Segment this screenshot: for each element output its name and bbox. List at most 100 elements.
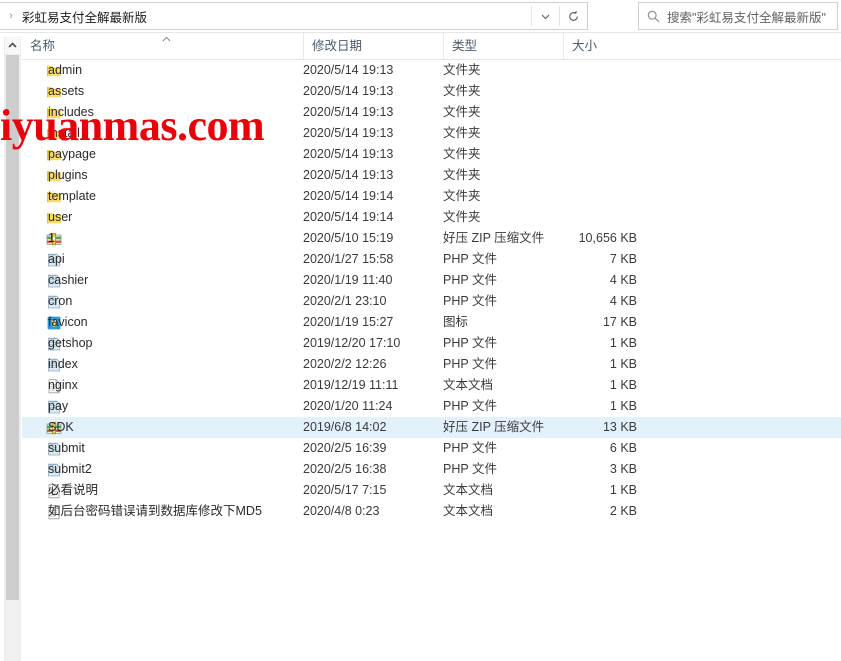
file-type-cell: 文件夹: [443, 126, 481, 140]
column-header-date[interactable]: 修改日期: [303, 33, 443, 59]
file-name-cell: submit2: [48, 462, 92, 476]
file-type-cell: 文件夹: [443, 210, 481, 224]
address-bar[interactable]: › 彩虹易支付全解最新版: [0, 2, 588, 30]
table-row[interactable]: plugins 2020/5/14 19:13 文件夹: [22, 165, 841, 186]
file-name-cell: assets: [48, 84, 85, 98]
chevron-down-icon[interactable]: [532, 3, 559, 29]
table-row[interactable]: cron 2020/2/1 23:10 PHP 文件 4 KB: [22, 291, 841, 312]
file-size-cell: 1 KB: [609, 483, 637, 497]
column-header-type[interactable]: 类型: [443, 33, 563, 59]
table-row[interactable]: pay 2020/1/20 11:24 PHP 文件 1 KB: [22, 396, 841, 417]
file-name-cell: user: [48, 210, 73, 224]
file-type-cell: 文件夹: [443, 189, 481, 203]
file-name-cell: SDK: [48, 420, 74, 434]
file-date-cell: 2020/5/14 19:13: [303, 105, 394, 119]
table-row[interactable]: admin 2020/5/14 19:13 文件夹: [22, 60, 841, 81]
file-date-cell: 2020/2/5 16:38: [303, 462, 387, 476]
file-date-cell: 2020/5/17 7:15: [303, 483, 387, 497]
file-type-cell: PHP 文件: [443, 441, 497, 455]
file-type-cell: PHP 文件: [443, 252, 497, 266]
table-row[interactable]: install 2020/5/14 19:13 文件夹: [22, 123, 841, 144]
table-row[interactable]: api 2020/1/27 15:58 PHP 文件 7 KB: [22, 249, 841, 270]
table-row[interactable]: 必看说明 2020/5/17 7:15 文本文档 1 KB: [22, 480, 841, 501]
file-type-cell: PHP 文件: [443, 462, 497, 476]
file-name-cell: cron: [48, 294, 73, 308]
file-size-cell: 17 KB: [602, 315, 637, 329]
breadcrumb-path-label[interactable]: 彩虹易支付全解最新版: [22, 7, 531, 26]
file-size-cell: [492, 81, 637, 102]
file-size-cell: [492, 144, 637, 165]
table-row[interactable]: template 2020/5/14 19:14 文件夹: [22, 186, 841, 207]
file-date-cell: 2020/5/14 19:13: [303, 84, 394, 98]
file-date-cell: 2020/4/8 0:23: [303, 504, 380, 518]
file-size-cell: 6 KB: [609, 441, 637, 455]
file-date-cell: 2019/6/8 14:02: [303, 420, 387, 434]
file-type-cell: PHP 文件: [443, 357, 497, 371]
file-size-cell: [492, 102, 637, 123]
table-row[interactable]: index 2020/2/2 12:26 PHP 文件 1 KB: [22, 354, 841, 375]
file-size-cell: 4 KB: [609, 273, 637, 287]
table-row[interactable]: assets 2020/5/14 19:13 文件夹: [22, 81, 841, 102]
file-name-cell: index: [48, 357, 78, 371]
file-date-cell: 2020/5/10 15:19: [303, 231, 394, 245]
scrollbar-thumb[interactable]: [6, 55, 19, 600]
vertical-scrollbar[interactable]: [4, 37, 21, 661]
file-type-cell: 文本文档: [443, 378, 494, 392]
file-type-cell: PHP 文件: [443, 294, 497, 308]
file-date-cell: 2019/12/19 11:11: [303, 378, 399, 392]
file-name-cell: includes: [48, 105, 94, 119]
file-type-cell: 文件夹: [443, 147, 481, 161]
file-name-cell: plugins: [48, 168, 88, 182]
column-header-row: 名称 修改日期 类型 大小: [22, 33, 841, 60]
file-name-cell: 必看说明: [48, 483, 99, 497]
column-header-name[interactable]: 名称: [22, 33, 303, 59]
file-name-cell: admin: [48, 63, 83, 77]
table-row[interactable]: ¥ favicon 2020/1/19 15:27 图标 17 KB: [22, 312, 841, 333]
refresh-icon[interactable]: [560, 3, 587, 29]
file-name-cell: favicon: [48, 315, 88, 329]
search-box[interactable]: 搜索"彩虹易支付全解最新版": [638, 2, 838, 30]
table-row[interactable]: 1 2020/5/10 15:19 好压 ZIP 压缩文件 10,656 KB: [22, 228, 841, 249]
file-type-cell: 文件夹: [443, 63, 481, 77]
file-size-cell: 1 KB: [609, 378, 637, 392]
table-row[interactable]: paypage 2020/5/14 19:13 文件夹: [22, 144, 841, 165]
table-row[interactable]: SDK 2019/6/8 14:02 好压 ZIP 压缩文件 13 KB: [22, 417, 841, 438]
file-date-cell: 2020/1/27 15:58: [303, 252, 394, 266]
file-name-cell: paypage: [48, 147, 96, 161]
file-type-cell: 文本文档: [443, 483, 494, 497]
file-date-cell: 2020/2/1 23:10: [303, 294, 387, 308]
file-date-cell: 2020/5/14 19:13: [303, 126, 394, 140]
table-row[interactable]: cashier 2020/1/19 11:40 PHP 文件 4 KB: [22, 270, 841, 291]
file-type-cell: PHP 文件: [443, 399, 497, 413]
breadcrumb-arrow-icon: ›: [9, 9, 13, 22]
file-date-cell: 2020/5/14 19:14: [303, 210, 394, 224]
file-size-cell: 7 KB: [609, 252, 637, 266]
sort-ascending-icon: [162, 34, 171, 44]
file-type-cell: 文件夹: [443, 168, 481, 182]
table-row[interactable]: getshop 2019/12/20 17:10 PHP 文件 1 KB: [22, 333, 841, 354]
file-name-cell: nginx: [48, 378, 78, 392]
file-size-cell: 1 KB: [609, 399, 637, 413]
file-type-cell: 文本文档: [443, 504, 494, 518]
table-row[interactable]: includes 2020/5/14 19:13 文件夹: [22, 102, 841, 123]
file-name-cell: pay: [48, 399, 69, 413]
file-date-cell: 2019/12/20 17:10: [303, 336, 401, 350]
table-row[interactable]: 如后台密码错误请到数据库修改下MD5 2020/4/8 0:23 文本文档 2 KB: [22, 501, 841, 522]
column-header-size[interactable]: 大小: [563, 33, 673, 59]
file-date-cell: 2020/1/19 15:27: [303, 315, 394, 329]
file-size-cell: 3 KB: [609, 462, 637, 476]
file-name-cell: cashier: [48, 273, 89, 287]
file-date-cell: 2020/2/5 16:39: [303, 441, 387, 455]
table-row[interactable]: nginx 2019/12/19 11:11 文本文档 1 KB: [22, 375, 841, 396]
scroll-up-button[interactable]: [5, 37, 20, 54]
file-date-cell: 2020/2/2 12:26: [303, 357, 387, 371]
file-type-cell: 文件夹: [443, 84, 481, 98]
search-input[interactable]: 搜索"彩虹易支付全解最新版": [667, 7, 826, 26]
file-size-cell: 2 KB: [609, 504, 637, 518]
file-type-cell: PHP 文件: [443, 336, 497, 350]
table-row[interactable]: submit2 2020/2/5 16:38 PHP 文件 3 KB: [22, 459, 841, 480]
file-size-cell: 1 KB: [609, 336, 637, 350]
table-row[interactable]: user 2020/5/14 19:14 文件夹: [22, 207, 841, 228]
file-type-cell: 文件夹: [443, 105, 481, 119]
table-row[interactable]: submit 2020/2/5 16:39 PHP 文件 6 KB: [22, 438, 841, 459]
